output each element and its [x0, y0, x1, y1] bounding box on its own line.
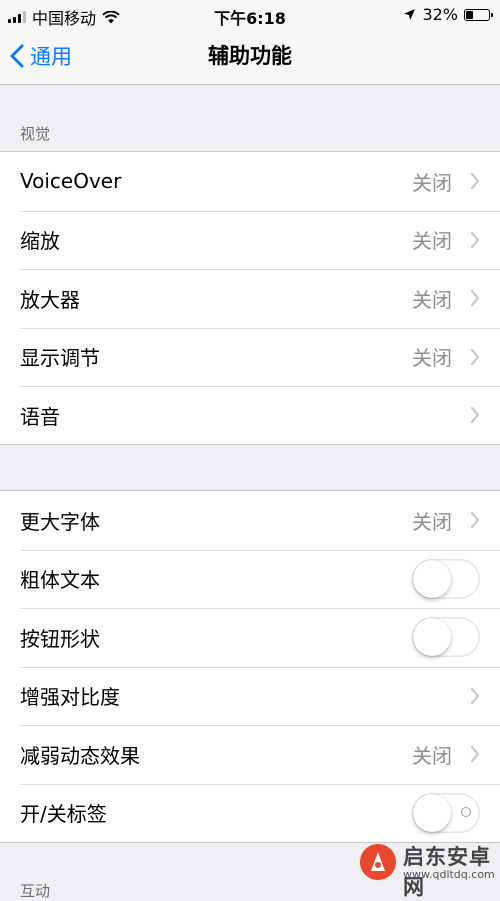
- status-bar: 中国移动 下午6:18 32%: [0, 0, 500, 28]
- settings-group-vision: VoiceOver 关闭 缩放 关闭 放大器 关闭 显示调节 关闭 语音: [0, 151, 500, 445]
- settings-group-display: 更大字体 关闭 粗体文本 按钮形状 增强对比度 减弱动态效果 关闭 开/关标签: [0, 490, 500, 843]
- row-label: 按钮形状: [20, 626, 100, 651]
- off-label-circle-icon: [461, 806, 471, 817]
- row-magnifier[interactable]: 放大器 关闭: [0, 269, 500, 328]
- row-value: 关闭: [412, 743, 452, 768]
- chevron-right-icon: [470, 687, 480, 704]
- row-value: 关闭: [412, 170, 452, 195]
- page-title: 辅助功能: [208, 44, 292, 68]
- row-display-accommodations[interactable]: 显示调节 关闭: [0, 327, 500, 387]
- button-shapes-toggle[interactable]: [412, 617, 480, 658]
- battery-percent: 32%: [422, 5, 458, 24]
- bold-text-toggle[interactable]: [412, 558, 480, 599]
- row-larger-text[interactable]: 更大字体 关闭: [0, 491, 500, 550]
- row-zoom[interactable]: 缩放 关闭: [0, 210, 500, 270]
- row-label: 开/关标签: [20, 802, 107, 827]
- toggle-knob: [413, 618, 451, 657]
- row-on-off-labels: 开/关标签: [0, 783, 500, 843]
- row-speech[interactable]: 语音: [0, 386, 500, 445]
- row-value: 关闭: [412, 346, 452, 371]
- row-bold-text: 粗体文本: [0, 549, 500, 609]
- row-reduce-motion[interactable]: 减弱动态效果 关闭: [0, 725, 500, 784]
- row-label: 显示调节: [20, 346, 100, 371]
- row-label: 语音: [20, 404, 60, 429]
- watermark: 启东安卓网 www.qdltdq.com: [357, 837, 495, 899]
- on-off-labels-toggle[interactable]: [412, 792, 480, 833]
- row-button-shapes: 按钮形状: [0, 608, 500, 667]
- row-label: 放大器: [20, 287, 80, 312]
- row-label: 更大字体: [20, 509, 100, 534]
- row-label: 增强对比度: [20, 685, 120, 710]
- row-label: 粗体文本: [20, 568, 100, 593]
- chevron-right-icon: [470, 512, 480, 529]
- toggle-knob: [413, 559, 451, 598]
- chevron-right-icon: [470, 746, 480, 763]
- chevron-right-icon: [470, 290, 480, 307]
- row-increase-contrast[interactable]: 增强对比度: [0, 666, 500, 726]
- section-header-interaction: 互动: [20, 882, 51, 900]
- status-right: 32%: [403, 5, 493, 24]
- section-header-vision: 视觉: [20, 125, 51, 143]
- navigation-bar: 通用 辅助功能: [0, 28, 500, 85]
- chevron-right-icon: [470, 173, 480, 190]
- row-voiceover[interactable]: VoiceOver 关闭: [0, 152, 500, 211]
- row-value: 关闭: [412, 229, 452, 254]
- battery-icon: [464, 8, 493, 21]
- row-label: 缩放: [20, 229, 60, 254]
- watermark-url: www.qdltdq.com: [403, 868, 495, 881]
- location-arrow-icon: [404, 9, 416, 20]
- chevron-right-icon: [470, 348, 480, 365]
- row-value: 关闭: [412, 509, 452, 534]
- row-label: VoiceOver: [20, 169, 122, 194]
- toggle-knob: [413, 793, 451, 832]
- chevron-right-icon: [470, 407, 480, 424]
- watermark-logo-icon: [360, 844, 396, 880]
- row-label: 减弱动态效果: [20, 743, 140, 768]
- row-value: 关闭: [412, 287, 452, 312]
- chevron-right-icon: [470, 231, 480, 248]
